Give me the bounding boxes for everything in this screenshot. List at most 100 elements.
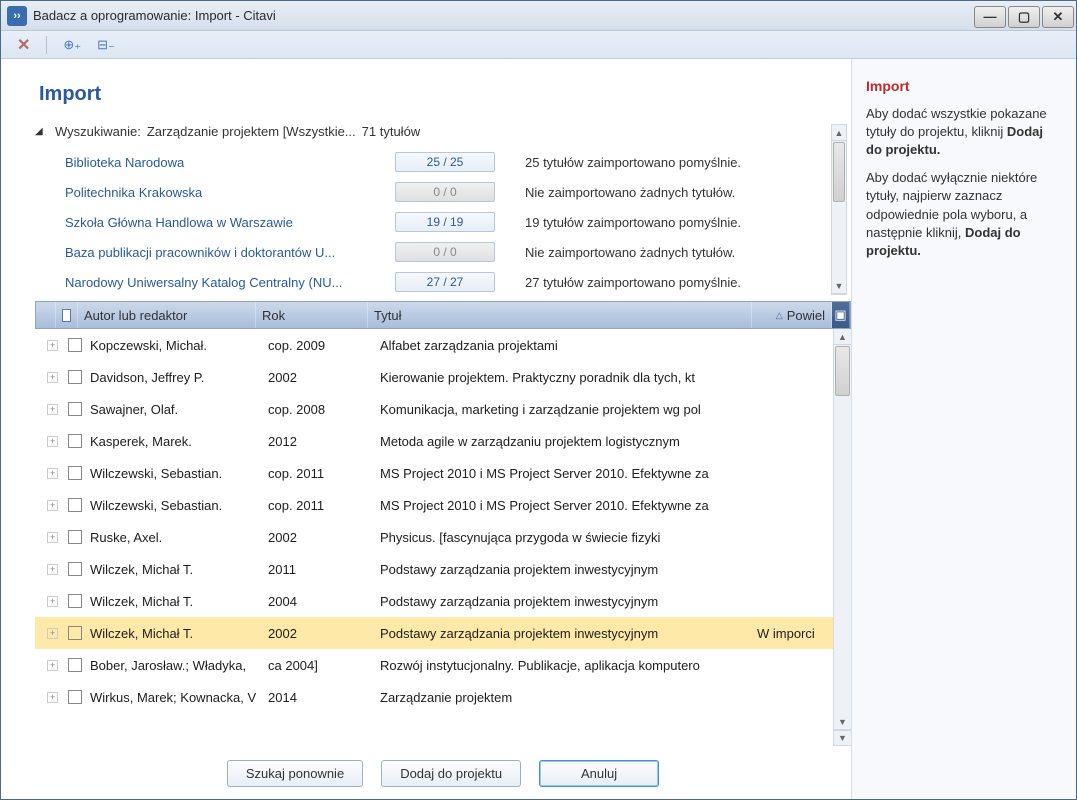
source-status: 25 tytułów zaimportowano pomyślnie. bbox=[495, 155, 815, 170]
results-grid: Autor lub redaktor Rok Tytuł △Powiel ▣ +… bbox=[35, 301, 851, 746]
source-count: 0 / 0 bbox=[395, 242, 495, 262]
expand-row-icon[interactable]: + bbox=[47, 340, 58, 351]
minimize-button[interactable]: — bbox=[974, 6, 1006, 28]
grid-scroll-down-icon[interactable]: ▼ bbox=[834, 714, 851, 730]
header-duplicate[interactable]: △Powiel bbox=[752, 302, 832, 328]
cell-year: 2012 bbox=[268, 434, 380, 449]
cell-author: Wilczek, Michał T. bbox=[90, 562, 268, 577]
cell-author: Wilczewski, Sebastian. bbox=[90, 498, 268, 513]
row-checkbox[interactable] bbox=[68, 466, 82, 480]
expand-row-icon[interactable]: + bbox=[47, 564, 58, 575]
grid-scroll-end-icon[interactable]: ▼ bbox=[834, 730, 851, 746]
grid-scroll-thumb[interactable] bbox=[835, 346, 850, 396]
source-row[interactable]: Biblioteka Narodowa25 / 2525 tytułów zai… bbox=[35, 147, 815, 177]
collapse-arrow-icon[interactable]: ◢ bbox=[35, 126, 49, 137]
help-title: Import bbox=[866, 77, 1062, 97]
cell-title: Rozwój instytucjonalny. Publikacje, apli… bbox=[380, 658, 757, 673]
toolbar: ✕ ⊕₊ ⊟₋ bbox=[1, 31, 1076, 59]
grid-scrollbar[interactable]: ▲ ▼ ▼ bbox=[833, 329, 851, 746]
row-checkbox[interactable] bbox=[68, 370, 82, 384]
add-to-project-button[interactable]: Dodaj do projektu bbox=[381, 760, 521, 787]
source-row[interactable]: Narodowy Uniwersalny Katalog Centralny (… bbox=[35, 267, 815, 295]
table-row[interactable]: +Davidson, Jeffrey P.2002Kierowanie proj… bbox=[35, 361, 833, 393]
row-checkbox[interactable] bbox=[68, 594, 82, 608]
cell-author: Davidson, Jeffrey P. bbox=[90, 370, 268, 385]
row-checkbox[interactable] bbox=[68, 626, 82, 640]
expand-row-icon[interactable]: + bbox=[47, 468, 58, 479]
header-scroll-corner[interactable]: ▣ bbox=[832, 302, 850, 328]
source-name[interactable]: Szkoła Główna Handlowa w Warszawie bbox=[65, 215, 395, 230]
source-status: Nie zaimportowano żadnych tytułów. bbox=[495, 245, 815, 260]
table-row[interactable]: +Kopczewski, Michał.cop. 2009Alfabet zar… bbox=[35, 329, 833, 361]
cell-year: cop. 2011 bbox=[268, 498, 380, 513]
source-row[interactable]: Politechnika Krakowska0 / 0Nie zaimporto… bbox=[35, 177, 815, 207]
cell-year: cop. 2009 bbox=[268, 338, 380, 353]
expand-all-icon[interactable]: ⊕₊ bbox=[57, 35, 87, 55]
header-checkbox[interactable] bbox=[56, 302, 78, 328]
sources-scrollbar[interactable]: ▲ ▼ bbox=[831, 124, 847, 295]
cell-author: Kopczewski, Michał. bbox=[90, 338, 268, 353]
header-title[interactable]: Tytuł bbox=[368, 302, 752, 328]
table-row[interactable]: +Ruske, Axel.2002Physicus. [fascynująca … bbox=[35, 521, 833, 553]
header-year[interactable]: Rok bbox=[256, 302, 368, 328]
search-count: 71 tytułów bbox=[362, 124, 421, 139]
table-row[interactable]: +Wilczek, Michał T.2011Podstawy zarządza… bbox=[35, 553, 833, 585]
row-checkbox[interactable] bbox=[68, 658, 82, 672]
source-count: 0 / 0 bbox=[395, 182, 495, 202]
cell-author: Wilczewski, Sebastian. bbox=[90, 466, 268, 481]
table-row[interactable]: +Sawajner, Olaf.cop. 2008Komunikacja, ma… bbox=[35, 393, 833, 425]
expand-row-icon[interactable]: + bbox=[47, 372, 58, 383]
expand-row-icon[interactable]: + bbox=[47, 436, 58, 447]
search-again-button[interactable]: Szukaj ponownie bbox=[227, 760, 363, 787]
grid-scroll-up-icon[interactable]: ▲ bbox=[834, 329, 851, 345]
app-icon: ›› bbox=[7, 6, 27, 26]
source-name[interactable]: Politechnika Krakowska bbox=[65, 185, 395, 200]
row-checkbox[interactable] bbox=[68, 402, 82, 416]
source-name[interactable]: Baza publikacji pracowników i doktorantó… bbox=[65, 245, 395, 260]
main-panel: Import ◢ Wyszukiwanie: Zarządzanie proje… bbox=[1, 59, 851, 799]
expand-row-icon[interactable]: + bbox=[47, 596, 58, 607]
row-checkbox[interactable] bbox=[68, 434, 82, 448]
cell-author: Bober, Jarosław.; Władyka, bbox=[90, 658, 268, 673]
scroll-up-icon[interactable]: ▲ bbox=[832, 125, 846, 141]
row-checkbox[interactable] bbox=[68, 562, 82, 576]
expand-row-icon[interactable]: + bbox=[47, 404, 58, 415]
titlebar[interactable]: ›› Badacz a oprogramowanie: Import - Cit… bbox=[1, 1, 1076, 31]
cancel-button[interactable]: Anuluj bbox=[539, 760, 659, 787]
help-paragraph-2: Aby dodać wyłącznie niektóre tytuły, naj… bbox=[866, 169, 1062, 260]
row-checkbox[interactable] bbox=[68, 498, 82, 512]
table-row[interactable]: + Kasperek, Marek.2012Metoda agile w zarz… bbox=[35, 425, 833, 457]
row-checkbox[interactable] bbox=[68, 690, 82, 704]
row-checkbox[interactable] bbox=[68, 530, 82, 544]
expand-row-icon[interactable]: + bbox=[47, 628, 58, 639]
grid-body: +Kopczewski, Michał.cop. 2009Alfabet zar… bbox=[35, 329, 851, 746]
collapse-all-icon[interactable]: ⊟₋ bbox=[91, 35, 121, 55]
row-checkbox[interactable] bbox=[68, 338, 82, 352]
table-row[interactable]: +Wirkus, Marek; Kownacka, V2014Zarządzan… bbox=[35, 681, 833, 713]
header-author[interactable]: Autor lub redaktor bbox=[78, 302, 256, 328]
table-row[interactable]: +Bober, Jarosław.; Władyka,ca 2004]Rozwó… bbox=[35, 649, 833, 681]
source-name[interactable]: Biblioteka Narodowa bbox=[65, 155, 395, 170]
expand-row-icon[interactable]: + bbox=[47, 692, 58, 703]
cell-title: Metoda agile w zarządzaniu projektem log… bbox=[380, 434, 757, 449]
scroll-thumb[interactable] bbox=[833, 142, 845, 202]
toolbar-separator bbox=[46, 36, 47, 54]
source-name[interactable]: Narodowy Uniwersalny Katalog Centralny (… bbox=[65, 275, 395, 290]
table-row[interactable]: +Wilczek, Michał T.2004Podstawy zarządza… bbox=[35, 585, 833, 617]
cell-author: Kasperek, Marek. bbox=[90, 434, 268, 449]
maximize-button[interactable]: ▢ bbox=[1008, 6, 1040, 28]
table-row[interactable]: +Wilczek, Michał T.2002Podstawy zarządza… bbox=[35, 617, 833, 649]
cell-year: 2004 bbox=[268, 594, 380, 609]
cell-author: Wirkus, Marek; Kownacka, V bbox=[90, 690, 268, 705]
table-row[interactable]: +Wilczewski, Sebastian.cop. 2011MS Proje… bbox=[35, 489, 833, 521]
close-button[interactable]: ✕ bbox=[1042, 6, 1074, 28]
expand-row-icon[interactable]: + bbox=[47, 532, 58, 543]
expand-row-icon[interactable]: + bbox=[47, 500, 58, 511]
source-row[interactable]: Baza publikacji pracowników i doktorantó… bbox=[35, 237, 815, 267]
expand-row-icon[interactable]: + bbox=[47, 660, 58, 671]
scroll-down-icon[interactable]: ▼ bbox=[832, 278, 846, 294]
table-row[interactable]: +Wilczewski, Sebastian.cop. 2011MS Proje… bbox=[35, 457, 833, 489]
toolbar-close-icon[interactable]: ✕ bbox=[11, 35, 36, 55]
sources-box: ◢ Wyszukiwanie: Zarządzanie projektem [W… bbox=[35, 124, 841, 295]
source-row[interactable]: Szkoła Główna Handlowa w Warszawie19 / 1… bbox=[35, 207, 815, 237]
